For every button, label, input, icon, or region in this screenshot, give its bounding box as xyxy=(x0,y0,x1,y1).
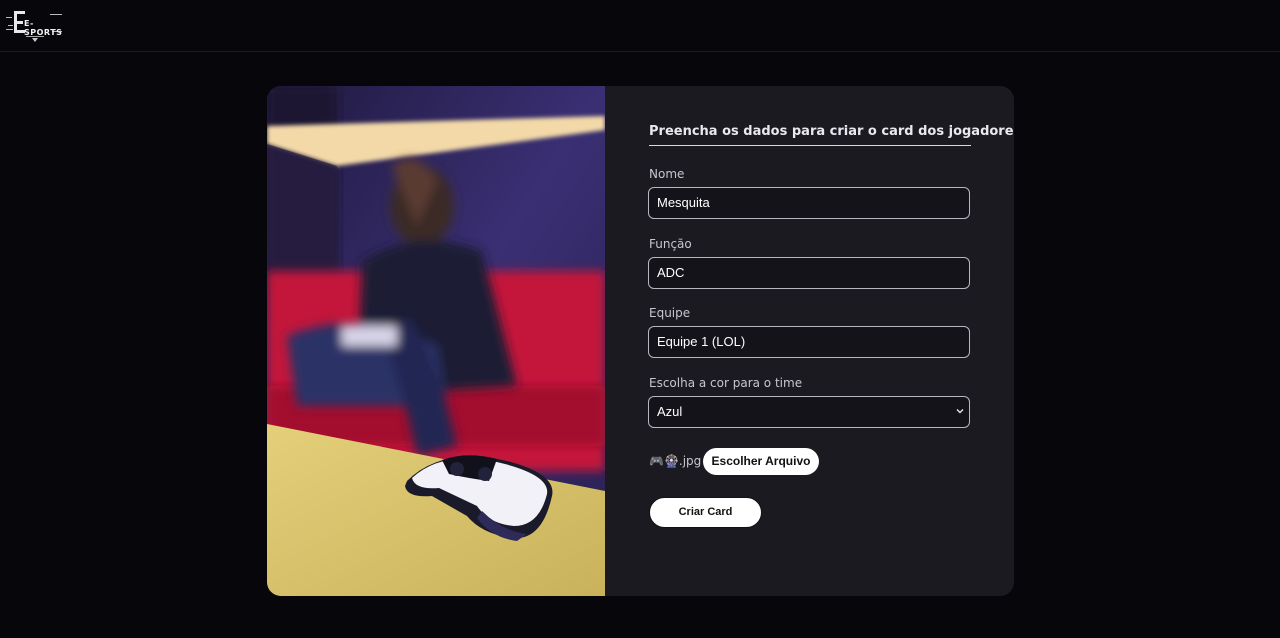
team-color-select-value: Azul xyxy=(657,404,683,419)
team-input[interactable]: Equipe 1 (LOL) xyxy=(648,326,970,358)
team-color-select[interactable]: Azul xyxy=(648,396,970,428)
logo-text: E-SPORTS xyxy=(24,19,63,37)
gamer-controller-image xyxy=(267,86,605,596)
create-card-button[interactable]: Criar Card xyxy=(649,497,762,528)
top-navbar: E-SPORTS xyxy=(0,0,1280,52)
selected-file-name: 🎮🎡.jpg xyxy=(649,454,702,468)
name-input[interactable]: Mesquita xyxy=(648,187,970,219)
player-form: Preencha os dados para criar o card dos … xyxy=(605,86,1014,596)
esports-logo[interactable]: E-SPORTS xyxy=(6,8,64,44)
role-label: Função xyxy=(649,237,692,251)
chevron-down-icon xyxy=(956,409,964,414)
role-input[interactable]: ADC xyxy=(648,257,970,289)
choose-file-button[interactable]: Escolher Arquivo xyxy=(703,448,819,475)
team-label: Equipe xyxy=(649,306,691,320)
color-label: Escolha a cor para o time xyxy=(649,376,803,390)
player-card-form-container: Preencha os dados para criar o card dos … xyxy=(267,86,1014,596)
gamer-photo xyxy=(267,86,605,596)
form-title: Preencha os dados para criar o card dos … xyxy=(649,124,1014,146)
name-label: Nome xyxy=(649,167,685,181)
